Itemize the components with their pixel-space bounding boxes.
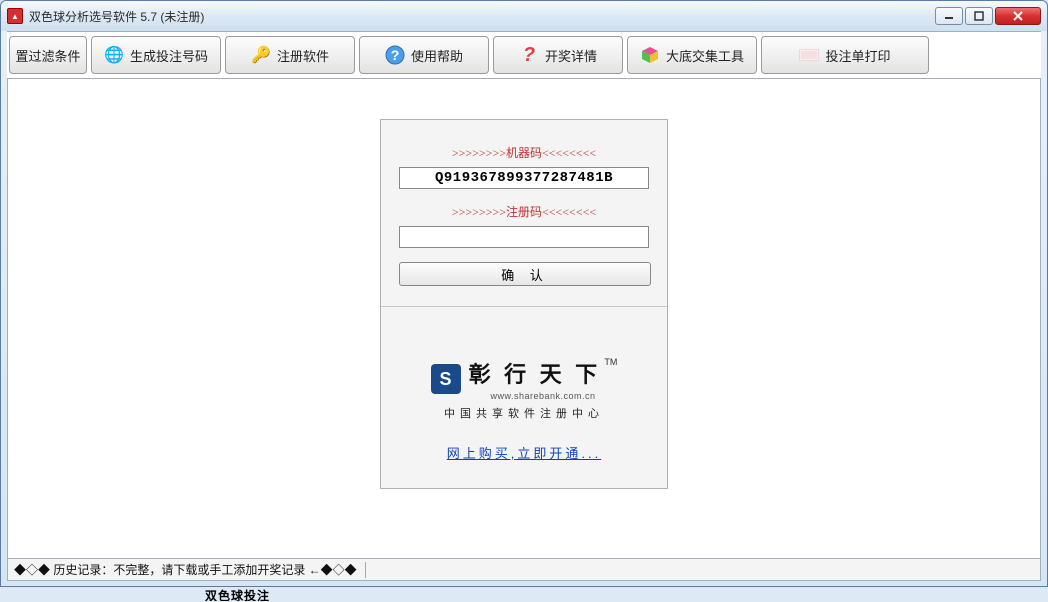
main-area: >>>>>>>>机器码<<<<<<<< Q919367899377287481B… xyxy=(7,79,1041,559)
window-controls xyxy=(935,7,1041,25)
close-icon xyxy=(1012,11,1024,21)
maximize-icon xyxy=(974,11,984,21)
status-bar: ◆◇◆ 历史记录：不完整，请下载或手工添加开奖记录 ←◆◇◆ xyxy=(7,559,1041,581)
status-separator xyxy=(365,562,366,578)
button-label: 大底交集工具 xyxy=(666,46,744,65)
button-label: 开奖详情 xyxy=(545,46,597,65)
registration-panel: >>>>>>>>机器码<<<<<<<< Q919367899377287481B… xyxy=(380,119,668,489)
app-window: 双色球分析选号软件 5.7 (未注册) 置过滤条件 🌐 生成投注号码 🔑 注册软… xyxy=(0,0,1048,587)
globe-icon: 🌐 xyxy=(104,45,124,65)
brand-row: S 彰 行 天 下 TM www.sharebank.com.cn xyxy=(399,357,649,401)
svg-text:?: ? xyxy=(523,45,535,65)
brand-url: www.sharebank.com.cn xyxy=(469,391,618,401)
print-ticket-button[interactable]: 投注单打印 xyxy=(761,36,929,74)
minimize-button[interactable] xyxy=(935,7,963,25)
button-label: 生成投注号码 xyxy=(130,46,208,65)
brand-subtitle: 中国共享软件注册中心 xyxy=(399,405,649,421)
minimize-icon xyxy=(944,11,954,21)
cube-icon xyxy=(640,45,660,65)
registration-bottom: S 彰 行 天 下 TM www.sharebank.com.cn 中国共享软件… xyxy=(381,307,667,488)
close-button[interactable] xyxy=(995,7,1041,25)
window-title: 双色球分析选号软件 5.7 (未注册) xyxy=(29,8,204,25)
button-label: 使用帮助 xyxy=(411,46,463,65)
button-label: 注册软件 xyxy=(277,46,329,65)
key-icon: 🔑 xyxy=(251,45,271,65)
registration-code-input[interactable] xyxy=(399,226,649,248)
machine-code-value: Q919367899377287481B xyxy=(399,167,649,189)
confirm-button[interactable]: 确 认 xyxy=(399,262,651,286)
registration-top: >>>>>>>>机器码<<<<<<<< Q919367899377287481B… xyxy=(381,120,667,306)
toolbar: 置过滤条件 🌐 生成投注号码 🔑 注册软件 ? 使用帮助 ? 开奖详情 大底交 xyxy=(7,31,1041,79)
registration-code-label: >>>>>>>>注册码<<<<<<<< xyxy=(399,203,649,220)
button-label: 置过滤条件 xyxy=(15,46,80,65)
machine-code-label: >>>>>>>>机器码<<<<<<<< xyxy=(399,144,649,161)
brand-texts: 彰 行 天 下 TM www.sharebank.com.cn xyxy=(469,357,618,401)
buy-online-link[interactable]: 网上购买,立即开通... xyxy=(447,443,601,462)
help-icon: ? xyxy=(385,45,405,65)
app-icon xyxy=(7,8,23,24)
help-button[interactable]: ? 使用帮助 xyxy=(359,36,489,74)
titlebar[interactable]: 双色球分析选号软件 5.7 (未注册) xyxy=(1,1,1047,31)
ticket-icon xyxy=(799,45,819,65)
button-label: 投注单打印 xyxy=(825,46,890,65)
trademark-icon: TM xyxy=(604,357,617,367)
generate-numbers-button[interactable]: 🌐 生成投注号码 xyxy=(91,36,221,74)
status-text: ◆◇◆ 历史记录：不完整，请下载或手工添加开奖记录 ←◆◇◆ xyxy=(14,561,357,578)
register-software-button[interactable]: 🔑 注册软件 xyxy=(225,36,355,74)
question-icon: ? xyxy=(519,45,539,65)
intersection-tool-button[interactable]: 大底交集工具 xyxy=(627,36,757,74)
filter-conditions-button[interactable]: 置过滤条件 xyxy=(9,36,87,74)
background-text: 双色球投注 xyxy=(0,587,1048,601)
maximize-button[interactable] xyxy=(965,7,993,25)
brand-name: 彰 行 天 下 xyxy=(469,362,602,387)
lottery-details-button[interactable]: ? 开奖详情 xyxy=(493,36,623,74)
brand-logo-icon: S xyxy=(431,364,461,394)
svg-text:?: ? xyxy=(391,47,400,63)
